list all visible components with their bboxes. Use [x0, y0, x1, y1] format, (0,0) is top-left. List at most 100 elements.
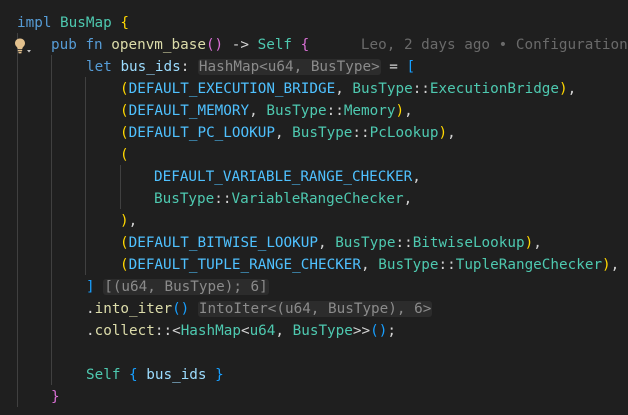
- bracket-token: (: [120, 235, 129, 251]
- indent-guide: [51, 55, 52, 385]
- code-line: DEFAULT_VARIABLE_RANGE_CHECKER,: [154, 166, 421, 188]
- code-line: .collect::<HashMap<u64, BusType>>();: [86, 320, 396, 342]
- code-line: (: [120, 144, 129, 166]
- lightbulb-icon[interactable]: [13, 37, 33, 55]
- type-token: BusType: [292, 125, 353, 141]
- type-token: HashMap: [180, 323, 241, 339]
- constant-token: DEFAULT_BITWISE_LOOKUP: [128, 235, 318, 251]
- bracket-token: (): [205, 37, 224, 53]
- bracket-token: (: [120, 81, 129, 97]
- bracket-token: }: [51, 389, 60, 405]
- bracket-token: (: [120, 147, 129, 163]
- bracket-token: {: [300, 37, 310, 53]
- function-token: openvm_base: [111, 37, 206, 53]
- type-token: BusType: [335, 235, 396, 251]
- operator-token: <: [240, 323, 250, 339]
- operator-token: ,: [317, 235, 336, 251]
- operator-token: ,: [335, 81, 353, 97]
- code-line: (DEFAULT_MEMORY, BusType::Memory),: [120, 100, 413, 122]
- bracket-token: ): [559, 81, 568, 97]
- operator-token: ,: [447, 125, 456, 141]
- inlay-hint[interactable]: HashMap<u64, BusType>: [197, 59, 381, 75]
- operator-token: ,: [567, 81, 577, 97]
- bracket-token: ): [524, 235, 534, 251]
- code-line: Self { bus_ids }: [86, 364, 224, 386]
- bracket-token: ): [602, 257, 611, 273]
- bracket-token: {: [129, 367, 138, 383]
- indent-guide: [17, 33, 18, 407]
- type-token: BusType: [352, 81, 413, 97]
- type-token: Self: [86, 367, 121, 383]
- operator-token: :: [180, 59, 198, 75]
- constant-token: DEFAULT_PC_LOOKUP: [128, 125, 275, 141]
- operator-token: ,: [361, 257, 379, 273]
- type-token: BusType: [292, 323, 353, 339]
- operator-token: ->: [223, 37, 258, 53]
- inlay-hint[interactable]: [(u64, BusType); 6]: [103, 279, 269, 295]
- operator-token: ::: [352, 125, 370, 141]
- code-line: impl BusMap {: [17, 12, 129, 34]
- bracket-token: {: [120, 15, 129, 31]
- bracket-token: (: [120, 103, 129, 119]
- function-token: collect: [94, 323, 155, 339]
- code-line: BusType::VariableRangeChecker,: [154, 188, 412, 210]
- operator-token: .: [86, 323, 95, 339]
- bracket-token: (: [120, 125, 129, 141]
- type-token: TupleRangeChecker: [455, 257, 603, 273]
- function-token: into_iter: [94, 301, 173, 317]
- code-line: (DEFAULT_TUPLE_RANGE_CHECKER, BusType::T…: [120, 254, 619, 276]
- constant-token: DEFAULT_MEMORY: [128, 103, 250, 119]
- bracket-token: (): [172, 301, 190, 317]
- code-line: pub fn openvm_base() -> Self { Leo, 2 da…: [51, 34, 628, 56]
- operator-token: ::<: [154, 323, 181, 339]
- git-blame-annotation[interactable]: Leo, 2 days ago • Configuration: [361, 37, 628, 53]
- code-line: .into_iter() IntoIter<(u64, BusType), 6>: [86, 298, 433, 320]
- bracket-token: ): [395, 103, 405, 119]
- keyword-token: impl: [17, 15, 52, 31]
- bracket-token: [: [406, 59, 416, 75]
- code-editor[interactable]: impl BusMap { pub fn openvm_base() -> Se…: [0, 0, 628, 415]
- operator-token: ,: [128, 213, 138, 229]
- operator-token: ::: [214, 191, 232, 207]
- keyword-token: fn: [85, 37, 103, 53]
- type-token: Memory: [343, 103, 396, 119]
- operator-token: ,: [610, 257, 620, 273]
- bracket-token: ): [120, 213, 129, 229]
- bracket-token: ): [438, 125, 448, 141]
- operator-token: ::: [438, 257, 456, 273]
- code-line: (DEFAULT_BITWISE_LOOKUP, BusType::Bitwis…: [120, 232, 542, 254]
- operator-token: =: [380, 59, 407, 75]
- bracket-token: }: [215, 367, 224, 383]
- bracket-token: (): [370, 323, 388, 339]
- code-line: ] [(u64, BusType); 6]: [86, 276, 269, 298]
- code-line: ),: [120, 210, 137, 232]
- variable-token: bus_ids: [146, 367, 207, 383]
- type-token: BusType: [154, 191, 215, 207]
- operator-token: .: [86, 301, 95, 317]
- operator-token: ,: [275, 323, 293, 339]
- keyword-token: let: [86, 59, 112, 75]
- code-line: (DEFAULT_EXECUTION_BRIDGE, BusType::Exec…: [120, 78, 576, 100]
- code-line: (DEFAULT_PC_LOOKUP, BusType::PcLookup),: [120, 122, 456, 144]
- indent-guide: [85, 77, 86, 275]
- type-token: VariableRangeChecker: [231, 191, 404, 207]
- type-token: u64: [249, 323, 276, 339]
- constant-token: DEFAULT_VARIABLE_RANGE_CHECKER: [154, 169, 413, 185]
- type-token: ExecutionBridge: [429, 81, 560, 97]
- inlay-hint[interactable]: IntoIter<(u64, BusType), 6>: [197, 301, 433, 317]
- operator-token: ;: [387, 323, 396, 339]
- indent-guide: [120, 165, 121, 209]
- variable-token: bus_ids: [120, 59, 181, 75]
- operator-token: ::: [395, 235, 413, 251]
- type-token: Self: [257, 37, 293, 53]
- bracket-token: ]: [86, 279, 95, 295]
- operator-token: ::: [412, 81, 430, 97]
